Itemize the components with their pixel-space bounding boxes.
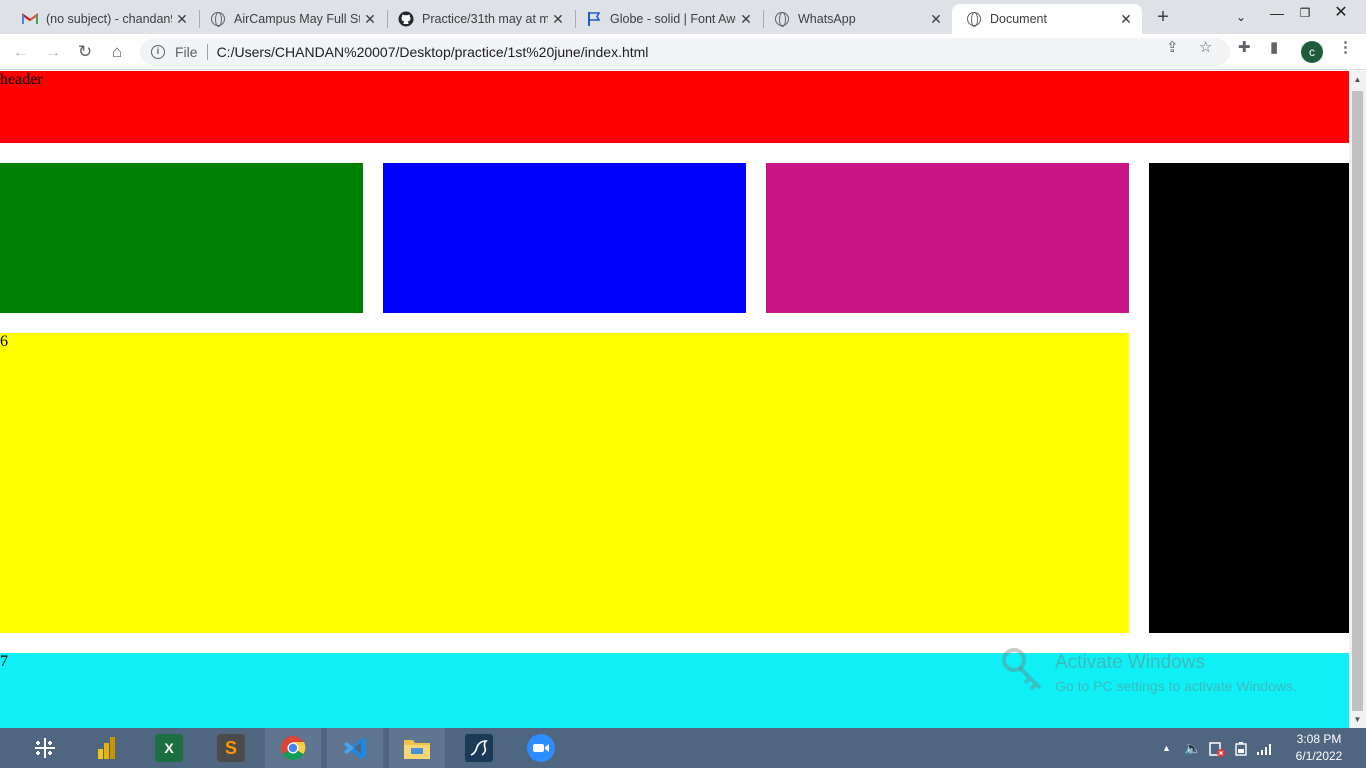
tab-title: Document — [990, 12, 1047, 26]
blue-box — [383, 163, 746, 313]
magenta-box — [766, 163, 1129, 313]
tab-document[interactable]: Document ✕ — [952, 4, 1142, 34]
bookmark-star-icon[interactable]: ☆ — [1199, 38, 1212, 56]
tab-fontawesome[interactable]: Globe - solid | Font Awe ✕ — [572, 4, 762, 34]
scroll-up-arrow-icon[interactable]: ▲ — [1349, 71, 1366, 88]
github-icon — [398, 11, 414, 27]
forward-button[interactable]: → — [41, 40, 65, 64]
tab-whatsapp[interactable]: WhatsApp ✕ — [760, 4, 952, 34]
green-box — [0, 163, 363, 313]
extensions-icon[interactable]: ✚ — [1238, 38, 1251, 56]
home-button[interactable]: ⌂ — [105, 40, 129, 64]
minimize-button[interactable]: — — [1262, 0, 1292, 34]
info-icon[interactable]: i — [151, 45, 165, 59]
new-tab-button[interactable]: + — [1152, 6, 1174, 28]
watermark-subtitle: Go to PC settings to activate Windows. — [1055, 678, 1297, 694]
reload-button[interactable]: ↻ — [73, 40, 97, 64]
globe-icon — [966, 11, 982, 27]
activate-windows-watermark: Activate Windows Go to PC settings to ac… — [1000, 646, 1330, 696]
tray-overflow-icon[interactable]: ▲ — [1162, 728, 1171, 768]
network-error-icon[interactable] — [1209, 728, 1225, 768]
excel-icon: X — [155, 734, 183, 762]
tab-search-button[interactable]: ⌄ — [1226, 0, 1256, 34]
back-button[interactable]: ← — [9, 40, 33, 64]
scheme-label: File — [175, 44, 198, 60]
scrollbar-thumb[interactable] — [1352, 91, 1363, 711]
profile-avatar[interactable]: c — [1301, 41, 1323, 63]
box6-text: 6 — [0, 333, 8, 350]
flag-icon — [586, 11, 602, 27]
chrome-icon — [279, 734, 307, 762]
share-icon[interactable]: ⇪ — [1166, 38, 1179, 56]
system-clock[interactable]: 3:08 PM 6/1/2022 — [1284, 731, 1354, 765]
tab-title: Practice/31th may at m — [422, 12, 548, 26]
chrome-app[interactable] — [265, 728, 321, 768]
sublime-app[interactable]: S — [203, 728, 259, 768]
tab-aircampus[interactable]: AirCampus May Full Sta ✕ — [196, 4, 386, 34]
page-viewport: header 6 7 — [0, 71, 1349, 728]
close-icon[interactable]: ✕ — [360, 11, 380, 28]
clock-date: 6/1/2022 — [1295, 749, 1343, 763]
browser-toolbar: ← → ↻ ⌂ i File C:/Users/CHANDAN%20007/De… — [0, 34, 1366, 70]
zoom-icon — [527, 734, 555, 762]
mysql-workbench-icon — [465, 734, 493, 762]
vscode-icon — [341, 734, 369, 762]
windows-taskbar: X S ▲ 🔈 3:08 PM 6/1/2022 — [0, 728, 1366, 768]
tab-title: AirCampus May Full Sta — [234, 12, 360, 26]
restore-button[interactable]: ❐ — [1290, 0, 1320, 34]
close-icon[interactable]: ✕ — [172, 11, 192, 28]
tab-strip: (no subject) - chandan9 ✕ AirCampus May … — [0, 0, 1366, 34]
url-text[interactable]: C:/Users/CHANDAN%20007/Desktop/practice/… — [217, 44, 649, 60]
signal-icon[interactable] — [1256, 728, 1274, 768]
file-explorer-app[interactable] — [389, 728, 445, 768]
file-explorer-icon — [403, 734, 431, 762]
close-icon[interactable]: ✕ — [736, 11, 756, 28]
vertical-scrollbar[interactable]: ▲ ▼ — [1349, 71, 1366, 728]
close-icon[interactable]: ✕ — [926, 11, 946, 28]
close-icon[interactable]: ✕ — [1116, 11, 1136, 28]
header-text: header — [0, 71, 43, 88]
tab-title: WhatsApp — [798, 12, 856, 26]
tableau-icon — [31, 734, 59, 762]
tab-title: (no subject) - chandan9 — [46, 12, 172, 26]
zoom-app[interactable] — [513, 728, 569, 768]
powerbi-icon — [93, 734, 121, 762]
mysql-workbench-app[interactable] — [451, 728, 507, 768]
tab-github[interactable]: Practice/31th may at m ✕ — [384, 4, 574, 34]
gmail-icon — [22, 11, 38, 27]
watermark-title: Activate Windows — [1055, 652, 1205, 673]
box7-text: 7 — [0, 653, 8, 670]
globe-icon — [210, 11, 226, 27]
powerbi-app[interactable] — [79, 728, 135, 768]
black-box — [1149, 163, 1349, 633]
battery-icon[interactable] — [1233, 728, 1249, 768]
side-panel-icon[interactable]: ▮ — [1270, 38, 1278, 56]
window-close-button[interactable]: ✕ — [1326, 0, 1356, 34]
vscode-app[interactable] — [327, 728, 383, 768]
globe-icon — [774, 11, 790, 27]
clock-time: 3:08 PM — [1296, 732, 1342, 746]
close-icon[interactable]: ✕ — [548, 11, 568, 28]
key-icon — [1002, 648, 1042, 691]
address-bar[interactable]: i File C:/Users/CHANDAN%20007/Desktop/pr… — [140, 38, 1230, 66]
address-divider — [206, 44, 208, 60]
menu-icon[interactable]: ⋮ — [1338, 38, 1353, 56]
tab-gmail[interactable]: (no subject) - chandan9 ✕ — [8, 4, 198, 34]
tab-title: Globe - solid | Font Awe — [610, 12, 736, 26]
yellow-box: 6 — [0, 333, 1129, 633]
scroll-down-arrow-icon[interactable]: ▼ — [1349, 711, 1366, 728]
sublime-icon: S — [217, 734, 245, 762]
volume-icon[interactable]: 🔈 — [1184, 728, 1201, 768]
header-box: header — [0, 71, 1349, 143]
excel-app[interactable]: X — [141, 728, 197, 768]
tableau-app[interactable] — [17, 728, 73, 768]
